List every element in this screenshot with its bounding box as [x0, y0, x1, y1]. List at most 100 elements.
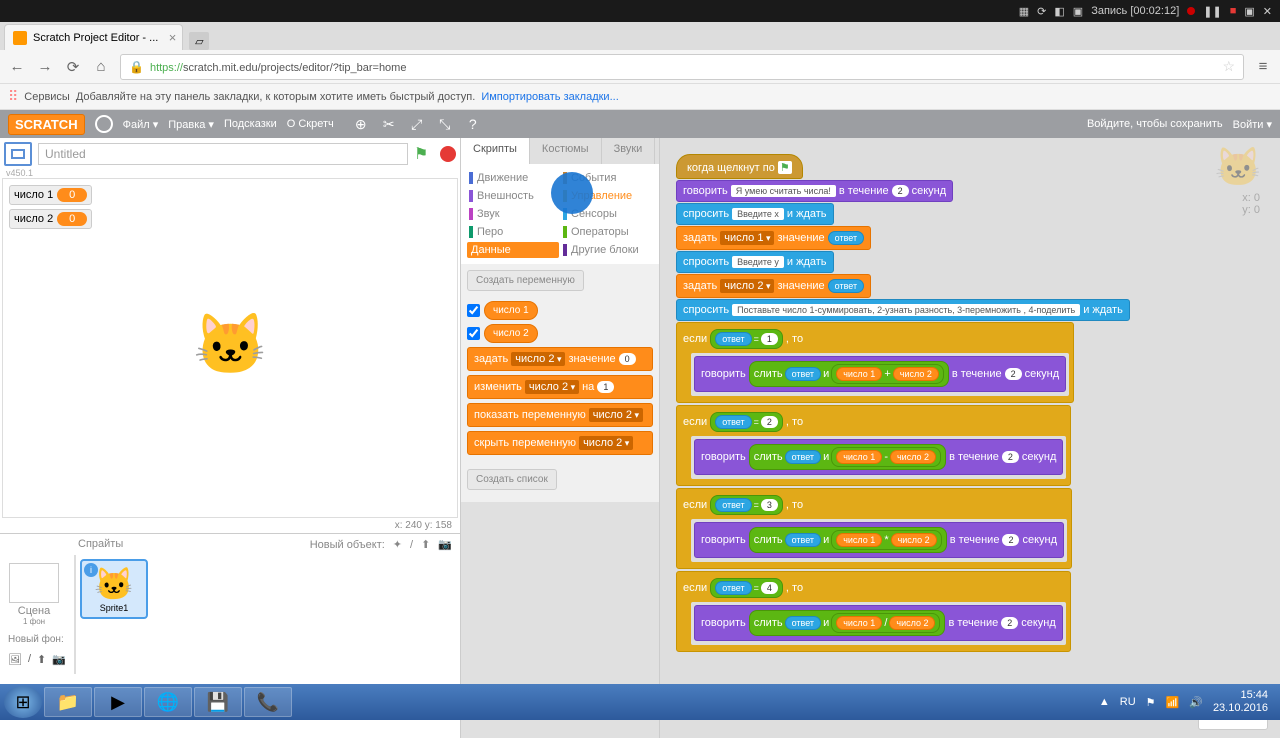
bg-upload-icon[interactable]: ⬆	[37, 653, 46, 666]
if-block[interactable]: еслиответ = 3, то говоритьслитьответичис…	[676, 488, 1072, 569]
url-input[interactable]: 🔒 https://scratch.mit.edu/projects/edito…	[120, 54, 1244, 80]
file-menu[interactable]: Файл ▾	[123, 118, 159, 131]
cat-motion[interactable]: Движение	[467, 170, 559, 186]
sprite-item[interactable]: i 🐱 Sprite1	[80, 559, 148, 619]
tray-net-icon[interactable]: 📶	[1166, 696, 1180, 709]
help-icon[interactable]: ?	[464, 115, 482, 133]
tab-scripts[interactable]: Скрипты	[461, 138, 530, 164]
url-text: https://scratch.mit.edu/projects/editor/…	[150, 60, 407, 74]
cat-data[interactable]: Данные	[467, 242, 559, 258]
paint-icon[interactable]: /	[410, 539, 413, 551]
variable-monitor[interactable]: число 2 0	[9, 209, 92, 229]
stage[interactable]: число 1 0 число 2 0 🐱	[2, 178, 458, 518]
tray-icon: ▦	[1019, 5, 1029, 18]
globe-icon[interactable]	[95, 115, 113, 133]
services-link[interactable]: Сервисы	[24, 91, 70, 103]
if-block[interactable]: еслиответ = 2, то говоритьслитьответичис…	[676, 405, 1071, 486]
camera-icon[interactable]: 📷	[438, 538, 452, 551]
var-checkbox[interactable]	[467, 327, 480, 340]
import-bookmarks-link[interactable]: Импортировать закладки...	[481, 91, 618, 103]
ask-block[interactable]: спроситьВведите xи ждать	[676, 203, 834, 225]
tab-close-icon[interactable]: ×	[169, 30, 177, 45]
stop-icon[interactable]: ■	[1230, 5, 1237, 17]
start-button[interactable]: ⊞	[4, 686, 42, 718]
tray-flag-icon[interactable]: ⚑	[1146, 696, 1156, 709]
cat-pen[interactable]: Перо	[467, 224, 559, 240]
delete-icon[interactable]: ✂	[380, 115, 398, 133]
set-block[interactable]: задатьчисло 1 ▾значениеответ	[676, 226, 871, 250]
set-block[interactable]: задатьчисло 2 ▾значениеответ	[676, 274, 871, 298]
bg-library-icon[interactable]: 🖼	[8, 653, 22, 666]
stage-thumbnail[interactable]: Сцена 1 фон	[4, 559, 64, 630]
hat-block[interactable]: когда щелкнут по⚑	[676, 154, 803, 179]
duplicate-icon[interactable]: ⊕	[352, 115, 370, 133]
tab-costumes[interactable]: Костюмы	[530, 138, 602, 164]
tray-vol-icon[interactable]: 🔊	[1189, 696, 1203, 709]
show-var-block[interactable]: показать переменнуючисло 2 ▾	[467, 403, 653, 427]
task-media[interactable]: ▶	[94, 687, 142, 717]
sprite-info-icon[interactable]: i	[84, 563, 98, 577]
change-block[interactable]: изменитьчисло 2 ▾на1	[467, 375, 653, 399]
scripts-workspace[interactable]: когда щелкнут по⚑ говоритьЯ умею считать…	[660, 138, 1280, 670]
hide-var-block[interactable]: скрыть переменнуючисло 2 ▾	[467, 431, 653, 455]
bg-paint-icon[interactable]: /	[28, 653, 31, 666]
ask-block[interactable]: спроситьПоставьте число 1-суммировать, 2…	[676, 299, 1130, 321]
new-tab-button[interactable]: ▱	[189, 32, 209, 50]
close-icon[interactable]: ✕	[1263, 5, 1272, 18]
sprite-cat[interactable]: 🐱	[193, 309, 268, 380]
bg-camera-icon[interactable]: 📷	[52, 653, 66, 666]
green-flag-icon[interactable]: ⚑	[414, 144, 434, 164]
apps-icon[interactable]: ⠿	[8, 88, 18, 105]
cat-sound[interactable]: Звук	[467, 206, 559, 222]
browser-tab[interactable]: Scratch Project Editor - ... ×	[4, 24, 183, 50]
grow-icon[interactable]: ⤢	[408, 115, 426, 133]
about-menu[interactable]: О Скретч	[287, 118, 334, 130]
if-block[interactable]: еслиответ = 1, то говоритьслитьответичис…	[676, 322, 1074, 403]
signin-button[interactable]: Войти ▾	[1233, 118, 1272, 131]
tips-menu[interactable]: Подсказки	[224, 118, 277, 130]
shrink-icon[interactable]: ⤡	[436, 115, 454, 133]
say-block[interactable]: говоритьслитьответичисло 1*число 2в тече…	[694, 522, 1064, 558]
tray-up-icon[interactable]: ▲	[1099, 696, 1110, 708]
variable-row[interactable]: число 1	[467, 301, 653, 320]
forward-button[interactable]: →	[36, 58, 54, 76]
var-checkbox[interactable]	[467, 304, 480, 317]
make-list-button[interactable]: Создать список	[467, 469, 557, 490]
scratch-logo[interactable]: SCRATCH	[8, 114, 85, 135]
pause-icon[interactable]: ❚❚	[1203, 5, 1221, 18]
stop-button[interactable]	[440, 146, 456, 162]
back-button[interactable]: ←	[8, 58, 26, 76]
cat-more[interactable]: Другие блоки	[561, 242, 653, 258]
task-explorer[interactable]: 📁	[44, 687, 92, 717]
scripts-column[interactable]: 🐱 x: 0y: 0 когда щелкнут по⚑ говоритьЯ у…	[660, 138, 1280, 738]
save-prompt[interactable]: Войдите, чтобы сохранить	[1087, 118, 1223, 130]
camera-icon[interactable]: ▣	[1244, 5, 1254, 18]
lang-indicator[interactable]: RU	[1120, 696, 1136, 708]
reload-button[interactable]: ⟳	[64, 58, 82, 76]
say-block[interactable]: говоритьслитьответичисло 1/число 2в тече…	[694, 605, 1063, 641]
edit-menu[interactable]: Правка ▾	[168, 118, 214, 131]
say-block[interactable]: говоритьслитьответичисло 1+число 2в тече…	[694, 356, 1066, 392]
tab-sounds[interactable]: Звуки	[602, 138, 656, 164]
task-save[interactable]: 💾	[194, 687, 242, 717]
home-button[interactable]: ⌂	[92, 58, 110, 76]
set-block[interactable]: задатьчисло 2 ▾значение0	[467, 347, 653, 371]
make-variable-button[interactable]: Создать переменную	[467, 270, 584, 291]
task-viber[interactable]: 📞	[244, 687, 292, 717]
task-chrome[interactable]: 🌐	[144, 687, 192, 717]
ask-block[interactable]: спроситьВведите yи ждать	[676, 251, 834, 273]
variable-row[interactable]: число 2	[467, 324, 653, 343]
cat-looks[interactable]: Внешность	[467, 188, 559, 204]
variable-monitor[interactable]: число 1 0	[9, 185, 92, 205]
if-block[interactable]: еслиответ = 4, то говоритьслитьответичис…	[676, 571, 1071, 652]
star-icon[interactable]: ☆	[1222, 58, 1235, 75]
upload-icon[interactable]: ⬆	[421, 538, 430, 551]
clock[interactable]: 15:44 23.10.2016	[1213, 689, 1268, 715]
fullscreen-button[interactable]	[4, 142, 32, 166]
menu-icon[interactable]: ≡	[1254, 58, 1272, 76]
say-block[interactable]: говоритьслитьответичисло 1-число 2в тече…	[694, 439, 1063, 475]
library-icon[interactable]: ✦	[393, 538, 402, 551]
project-title-input[interactable]	[38, 143, 408, 165]
cat-operators[interactable]: Операторы	[561, 224, 653, 240]
say-block[interactable]: говоритьЯ умею считать числа!в течение2с…	[676, 180, 953, 202]
